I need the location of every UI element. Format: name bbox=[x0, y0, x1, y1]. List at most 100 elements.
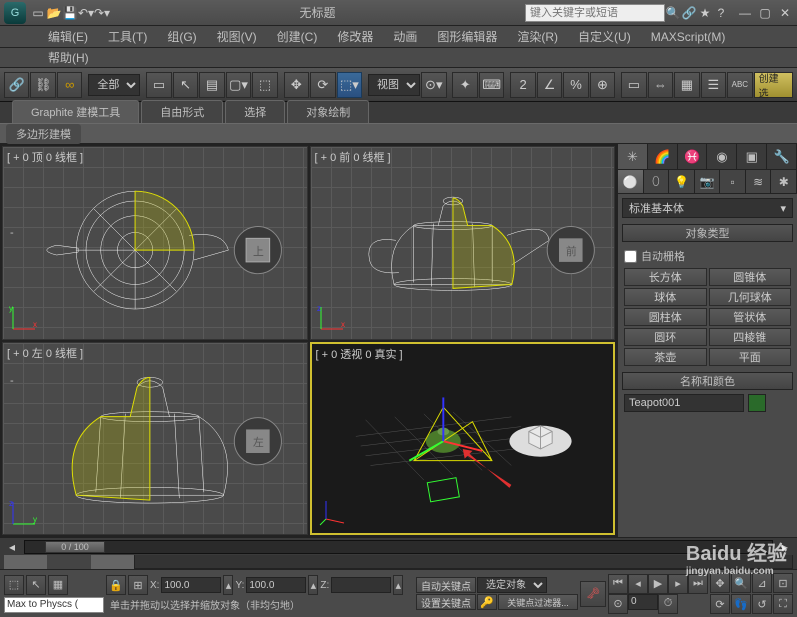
next-frame-icon[interactable]: ▸ bbox=[668, 574, 688, 594]
menu-maxscript[interactable]: MAXScript(M) bbox=[643, 28, 734, 46]
menu-create[interactable]: 创建(C) bbox=[269, 26, 326, 47]
cmdtab2-shapes[interactable]: ⬯ bbox=[644, 170, 670, 193]
viewport-front[interactable]: [ + 0 前 0 线框 ] 前 bbox=[310, 146, 616, 340]
track-bar[interactable] bbox=[134, 555, 793, 569]
nav-walk-icon[interactable]: 👣 bbox=[731, 594, 751, 614]
menu-graph[interactable]: 图形编辑器 bbox=[429, 26, 505, 47]
help-icon[interactable]: ? bbox=[713, 5, 729, 21]
create-sel-btn[interactable]: 创建选 bbox=[754, 72, 793, 98]
rollout-objtype-head[interactable]: -对象类型 bbox=[622, 224, 793, 242]
coord-z[interactable] bbox=[331, 577, 391, 593]
nav-pan-icon[interactable]: ✥ bbox=[710, 573, 730, 593]
keyboard-icon[interactable]: ⌨ bbox=[479, 72, 504, 98]
cmdtab-modify[interactable]: 🌈 bbox=[648, 144, 678, 169]
maximize-icon[interactable]: ▢ bbox=[757, 5, 773, 21]
move-icon[interactable]: ✥ bbox=[284, 72, 309, 98]
viewport-top-label[interactable]: [ + 0 顶 0 线框 ] bbox=[7, 149, 83, 165]
cmdtab2-lights[interactable]: 💡 bbox=[669, 170, 695, 193]
window-cross-icon[interactable]: ⬚ bbox=[252, 72, 277, 98]
viewport-top[interactable]: [ + 0 顶 0 线框 ] 上 bbox=[2, 146, 308, 340]
menu-view[interactable]: 视图(V) bbox=[209, 26, 265, 47]
select-icon[interactable]: ▭ bbox=[146, 72, 171, 98]
setkey-button[interactable]: 设置关键点 bbox=[416, 594, 476, 610]
ribbon-tab-objpaint[interactable]: 对象绘制 bbox=[287, 100, 369, 123]
btn-torus[interactable]: 圆环 bbox=[624, 328, 707, 346]
save-icon[interactable]: 💾 bbox=[62, 5, 78, 21]
autokey-button[interactable]: 自动关键点 bbox=[416, 577, 476, 593]
minimize-icon[interactable]: — bbox=[737, 5, 753, 21]
cmdtab-display[interactable]: ▣ bbox=[737, 144, 767, 169]
y-spinner[interactable]: ▴ bbox=[308, 575, 318, 595]
cmdtab-hierarchy[interactable]: ♓ bbox=[678, 144, 708, 169]
btn-cone[interactable]: 圆锥体 bbox=[709, 268, 792, 286]
subribbon-poly[interactable]: 多边形建模 bbox=[6, 124, 81, 144]
viewport-perspective[interactable]: [ + 0 透视 0 真实 ] bbox=[310, 342, 616, 536]
viewport-front-label[interactable]: [ + 0 前 0 线框 ] bbox=[315, 149, 391, 165]
autogrid-checkbox[interactable] bbox=[624, 250, 637, 263]
coord-x[interactable] bbox=[161, 577, 221, 593]
ribbon-tab-select[interactable]: 选择 bbox=[225, 100, 285, 123]
menu-tools[interactable]: 工具(T) bbox=[100, 26, 155, 47]
scale-icon[interactable]: ⬚▾ bbox=[337, 72, 362, 98]
keymode-select[interactable]: 选定对象 bbox=[477, 577, 547, 593]
nav-orbit-icon[interactable]: ⟳ bbox=[710, 594, 730, 614]
category-dropdown[interactable]: 标准基本体▾ bbox=[622, 198, 793, 218]
snap2d-icon[interactable]: 2 bbox=[510, 72, 535, 98]
sb-axis-icon[interactable]: ⊞ bbox=[128, 575, 148, 595]
ribbon-tab-freeform[interactable]: 自由形式 bbox=[141, 100, 223, 123]
btn-teapot[interactable]: 茶壶 bbox=[624, 348, 707, 366]
key-big-icon[interactable]: 🗝 bbox=[580, 581, 606, 607]
select-arrow-icon[interactable]: ↖ bbox=[173, 72, 198, 98]
cmdtab2-helpers[interactable]: ▫ bbox=[720, 170, 746, 193]
viewport-persp-label[interactable]: [ + 0 透视 0 真实 ] bbox=[316, 346, 403, 362]
cmdtab2-space[interactable]: ≋ bbox=[746, 170, 772, 193]
goto-start-icon[interactable]: ⏮ bbox=[608, 574, 628, 594]
sb-lock2-icon[interactable]: 🔒 bbox=[106, 575, 126, 595]
nav-fov-icon[interactable]: ⊿ bbox=[752, 573, 772, 593]
script-listener[interactable] bbox=[4, 597, 104, 613]
btn-geosphere[interactable]: 几何球体 bbox=[709, 288, 792, 306]
abc-icon[interactable]: ABC bbox=[727, 72, 752, 98]
select-name-icon[interactable]: ▤ bbox=[199, 72, 224, 98]
menu-help[interactable]: 帮助(H) bbox=[40, 47, 97, 68]
align-icon[interactable]: ▦ bbox=[674, 72, 699, 98]
goto-end-icon[interactable]: ⏭ bbox=[688, 574, 708, 594]
named-sel-icon[interactable]: ▭ bbox=[621, 72, 646, 98]
close-icon[interactable]: ✕ bbox=[777, 5, 793, 21]
x-spinner[interactable]: ▴ bbox=[223, 575, 233, 595]
app-logo[interactable]: G bbox=[4, 2, 26, 24]
redo-icon[interactable]: ↷▾ bbox=[94, 5, 110, 21]
time-thumb[interactable]: 0 / 100 bbox=[45, 541, 105, 553]
key-icon[interactable]: 🔑 bbox=[477, 594, 497, 610]
timeline-next-icon[interactable]: ▸ bbox=[777, 539, 793, 555]
undo-icon[interactable]: ↶▾ bbox=[78, 5, 94, 21]
nav-max-icon[interactable]: ⛶ bbox=[773, 594, 793, 614]
snap-spinner-icon[interactable]: ⊕ bbox=[590, 72, 615, 98]
cmdtab-utilities[interactable]: 🔧 bbox=[767, 144, 797, 169]
cmdtab2-systems[interactable]: ✱ bbox=[771, 170, 797, 193]
nav-zoomext-icon[interactable]: ⊡ bbox=[773, 573, 793, 593]
btn-box[interactable]: 长方体 bbox=[624, 268, 707, 286]
nav-zoom-icon[interactable]: 🔍 bbox=[731, 573, 751, 593]
btn-sphere[interactable]: 球体 bbox=[624, 288, 707, 306]
prev-frame-icon[interactable]: ◂ bbox=[628, 574, 648, 594]
viewport-left[interactable]: [ + 0 左 0 线框 ] 左 yz bbox=[2, 342, 308, 536]
pivot-icon[interactable]: ⊙▾ bbox=[421, 72, 446, 98]
viewport-left-label[interactable]: [ + 0 左 0 线框 ] bbox=[7, 345, 83, 361]
comm-icon[interactable]: 🔗 bbox=[681, 5, 697, 21]
menu-custom[interactable]: 自定义(U) bbox=[570, 26, 639, 47]
select-region-icon[interactable]: ▢▾ bbox=[226, 72, 251, 98]
search-input[interactable] bbox=[525, 4, 665, 22]
timeline-prev-icon[interactable]: ◂ bbox=[4, 539, 20, 555]
coord-y[interactable] bbox=[246, 577, 306, 593]
time-slider[interactable]: 0 / 100 bbox=[24, 540, 773, 554]
open-icon[interactable]: 📂 bbox=[46, 5, 62, 21]
btn-pyramid[interactable]: 四棱锥 bbox=[709, 328, 792, 346]
sb-sel-icon[interactable]: ↖ bbox=[26, 575, 46, 595]
btn-tube[interactable]: 管状体 bbox=[709, 308, 792, 326]
snap-angle-icon[interactable]: ∠ bbox=[537, 72, 562, 98]
ribbon-tab-graphite[interactable]: Graphite 建模工具 bbox=[12, 100, 139, 123]
cmdtab-create[interactable]: ✳ bbox=[618, 144, 648, 169]
frame-input[interactable] bbox=[628, 594, 658, 610]
snap-percent-icon[interactable]: % bbox=[563, 72, 588, 98]
